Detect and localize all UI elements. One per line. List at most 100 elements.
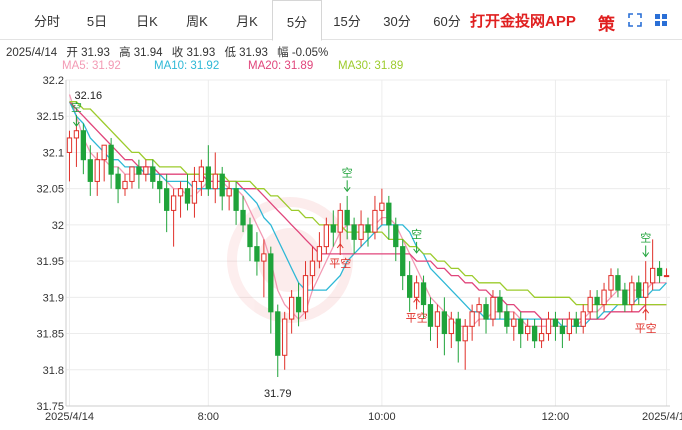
candle-body <box>545 318 552 335</box>
candle-down <box>268 246 274 334</box>
candle-body <box>656 267 663 277</box>
tab-60min[interactable]: 60分 <box>422 0 472 40</box>
info-low: 低 31.93 <box>224 47 268 59</box>
y-tick-label: 32 <box>52 220 64 232</box>
candle-body <box>566 318 572 335</box>
candle-down <box>157 174 163 204</box>
candle-body <box>150 166 156 182</box>
candle-body <box>643 282 649 298</box>
candle-body <box>295 296 302 313</box>
info-open: 开 31.93 <box>66 47 110 59</box>
candle-body <box>393 224 399 248</box>
candle-body <box>622 289 628 306</box>
candle-body <box>101 144 107 161</box>
candle-up <box>434 304 441 349</box>
candle-body <box>198 166 205 182</box>
candle-up <box>122 174 128 196</box>
candle-up <box>212 152 218 204</box>
candle-body <box>552 318 559 327</box>
tab-weekly-k[interactable]: 周K <box>172 0 222 40</box>
candle-body <box>580 311 586 327</box>
candle-up <box>587 290 593 320</box>
candle-up <box>66 130 73 182</box>
info-close: 收 31.93 <box>171 47 216 59</box>
candle-up <box>629 275 635 312</box>
sell-signal-label: 空 <box>71 100 82 114</box>
tab-5min[interactable]: 5分 <box>272 0 322 41</box>
candle-body <box>379 202 385 211</box>
candle-down <box>184 174 191 211</box>
candle-body <box>400 246 406 277</box>
cover-signal-label: 平空 <box>635 321 657 335</box>
x-tick-label: 12:00 <box>542 411 570 423</box>
period-tab-bar: 分时 5日 日K 周K 月K 5分 15分 30分 60分 打开金投网APP 策 <box>0 0 682 41</box>
expand-icon[interactable] <box>628 13 642 27</box>
y-tick-label: 31.85 <box>36 329 64 341</box>
candle-up <box>545 311 552 341</box>
sell-signal-label: 空 <box>411 227 422 241</box>
strategy-logo[interactable]: 策 <box>598 10 615 35</box>
candle-down <box>136 159 142 189</box>
candle-up <box>323 217 329 254</box>
candle-body <box>261 253 267 262</box>
tab-15min[interactable]: 15分 <box>322 0 372 40</box>
candle-body <box>80 130 87 161</box>
y-tick-label: 31.9 <box>43 292 64 304</box>
ma30-legend: MA30: 31.89 <box>338 60 404 72</box>
candle-down <box>254 232 260 276</box>
candle-up <box>608 268 614 298</box>
x-tick-label: 2025/4/14 <box>642 411 682 423</box>
candle-up <box>476 297 482 327</box>
candle-body <box>483 304 489 320</box>
candle-up <box>358 210 364 247</box>
candle-body <box>441 311 448 335</box>
candle-down <box>573 311 579 334</box>
tab-daily-k[interactable]: 日K <box>122 0 172 40</box>
candle-body <box>407 275 413 298</box>
tab-30min[interactable]: 30分 <box>372 0 422 40</box>
candle-body <box>157 180 163 190</box>
candle-body <box>247 224 253 248</box>
candle-up <box>538 319 545 349</box>
candle-down <box>636 275 642 305</box>
candle-body <box>170 195 177 211</box>
candle-body <box>490 296 496 320</box>
candle-body <box>663 275 670 278</box>
candle-body <box>337 209 343 233</box>
candle-down <box>455 311 461 363</box>
info-date: 2025/4/14 <box>6 47 58 59</box>
candle-down <box>615 268 621 298</box>
candle-up <box>663 268 670 278</box>
tab-fenshi[interactable]: 分时 <box>22 0 72 40</box>
candle-down <box>108 137 114 189</box>
candle-up <box>282 311 288 370</box>
candle-down <box>504 304 510 334</box>
ma10-line <box>68 101 667 327</box>
candle-down <box>497 290 503 320</box>
candle-body <box>608 275 614 291</box>
tab-5day[interactable]: 5日 <box>72 0 122 40</box>
ohlc-info-bar: 2025/4/14 开 31.93 高 31.94 收 31.93 低 31.9… <box>6 44 334 60</box>
candle-up <box>170 188 177 247</box>
candle-down <box>483 297 489 334</box>
candle-body <box>601 289 607 306</box>
candle-body <box>316 246 323 262</box>
candle-down <box>275 304 281 378</box>
candle-body <box>351 224 357 240</box>
info-change: 幅 -0.05% <box>277 47 329 59</box>
sell-signal-label: 空 <box>342 165 353 179</box>
candle-up <box>566 311 572 341</box>
tab-monthly-k[interactable]: 月K <box>222 0 272 40</box>
open-app-link[interactable]: 打开金投网APP <box>470 0 576 40</box>
candle-body <box>302 275 309 313</box>
sell-signal-label: 空 <box>640 230 651 244</box>
candle-up <box>462 319 468 370</box>
kline-widget: 32.16 31.79 空空平空空平空空平空 32.2 32.15 32.1 32.05 3… <box>0 0 682 430</box>
menu-icon[interactable] <box>654 13 668 27</box>
candle-up <box>129 166 135 189</box>
candle-body <box>164 188 170 211</box>
candle-down <box>559 319 566 349</box>
ma10-legend: MA10: 31.92 <box>154 60 220 72</box>
candle-body <box>455 318 461 342</box>
candle-up <box>601 282 607 312</box>
